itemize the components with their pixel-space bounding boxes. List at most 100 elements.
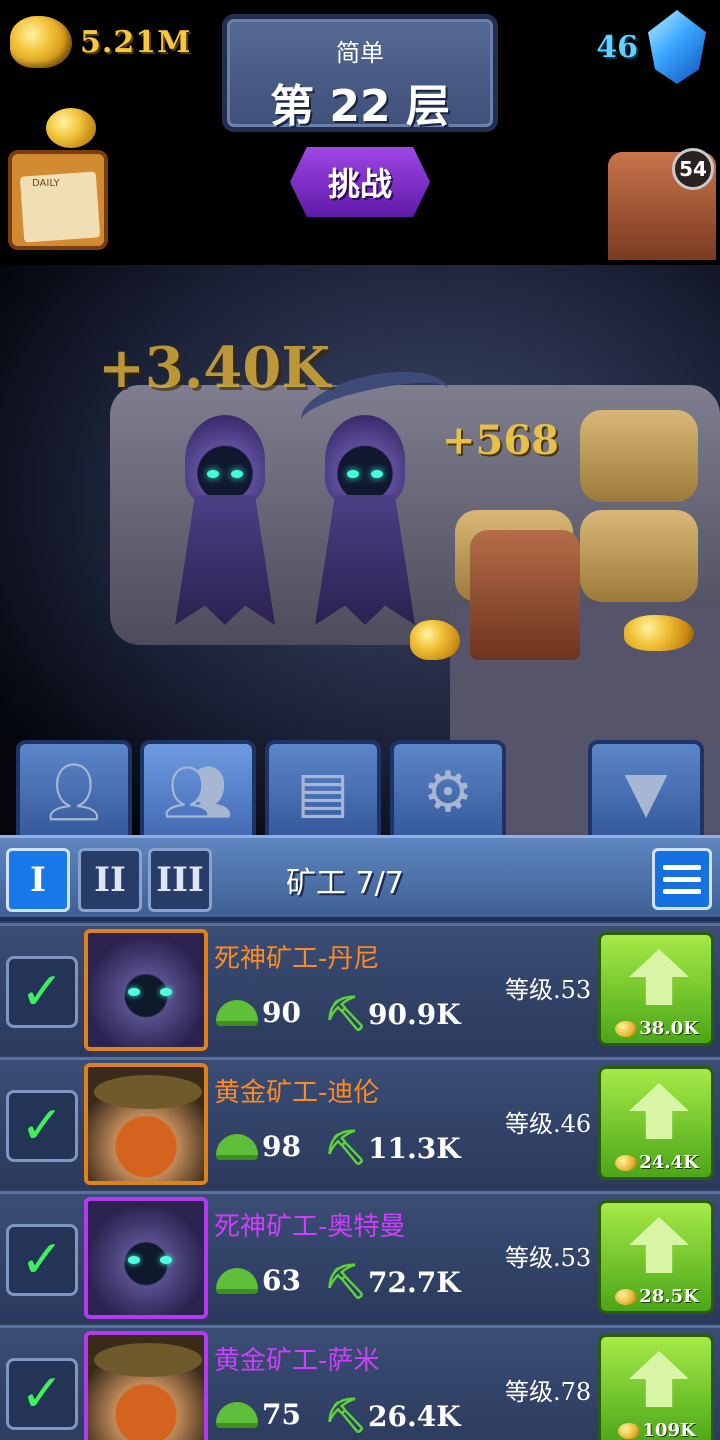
speed-value: 72.7K — [368, 1265, 461, 1299]
tab-tier-3[interactable]: III — [148, 848, 212, 912]
checklist-button[interactable] — [652, 848, 712, 910]
capacity-stat: 98 — [216, 1130, 301, 1163]
select-checkbox[interactable]: ✓ — [6, 1358, 78, 1430]
pickaxe-icon: ⛏ — [324, 1128, 368, 1168]
chest-icon: ▤ — [296, 759, 350, 825]
capacity-stat: 75 — [216, 1398, 301, 1431]
speed-stat: ⛏ 11.3K — [324, 1130, 461, 1166]
gem-amount: 46 — [596, 29, 638, 65]
arrow-up-icon — [629, 1217, 689, 1273]
reaper-portrait[interactable] — [84, 929, 208, 1051]
miner-name: 死神矿工-奥特曼 — [214, 1212, 406, 1242]
floor-plate: 简单 第 22 层 — [222, 14, 498, 132]
capacity-stat: 90 — [216, 996, 301, 1029]
robot-manager-button[interactable]: 54 — [604, 142, 720, 260]
calendar-icon: DAILY — [8, 150, 108, 250]
panel-title: 矿工 7/7 — [286, 866, 404, 901]
checkmark-icon: ✓ — [20, 962, 64, 1022]
miner-row: ✓ 黄金矿工-萨米 75 ⛏ 26.4K 等级.78 109K — [0, 1325, 720, 1440]
arrow-up-icon — [629, 1351, 689, 1407]
speed-stat: ⛏ 90.9K — [324, 996, 461, 1032]
income-popup: +3.40K — [98, 335, 330, 401]
select-checkbox[interactable]: ✓ — [6, 1224, 78, 1296]
daily-reward-button[interactable]: DAILY — [8, 108, 110, 250]
dwarf-portrait[interactable] — [84, 1063, 208, 1185]
upgrade-button[interactable]: 24.4K — [598, 1066, 714, 1180]
miner-row: ✓ 黄金矿工-迪伦 98 ⛏ 11.3K 等级.46 24.4K — [0, 1057, 720, 1189]
speed-stat: ⛏ 72.7K — [324, 1264, 461, 1300]
gold-amount: 5.21M — [80, 24, 192, 60]
dwarf-portrait[interactable] — [84, 1331, 208, 1440]
reaper-portrait[interactable] — [84, 1197, 208, 1319]
robot-level-badge: 54 — [672, 148, 714, 190]
capacity-stat: 63 — [216, 1264, 301, 1297]
income-popup: +568 — [442, 417, 560, 464]
checkmark-icon: ✓ — [20, 1096, 64, 1156]
pickaxe-icon: ⛏ — [324, 1262, 368, 1302]
reaper-miner-sprite — [310, 415, 420, 625]
collapse-panel-button[interactable]: ▼ — [588, 740, 704, 840]
person-icon: 👤︎ — [38, 760, 110, 825]
miner-name: 黄金矿工-迪伦 — [214, 1078, 380, 1108]
checklist-icon — [663, 864, 701, 870]
gold-coin-icon — [615, 1154, 638, 1171]
upgrade-cost: 24.4K — [639, 1152, 699, 1173]
miner-row: ✓ 死神矿工-奥特曼 63 ⛏ 72.7K 等级.53 28.5K — [0, 1191, 720, 1323]
gold-coin-icon — [618, 1422, 641, 1439]
group-pick-icon: 👥︎ — [162, 760, 234, 825]
helmet-icon — [216, 999, 258, 1026]
gear-icon: ⚙ — [422, 759, 474, 825]
helmet-icon — [216, 1401, 258, 1428]
difficulty-label: 简单 — [336, 39, 384, 67]
miner-row: ✓ 死神矿工-丹尼 90 ⛏ 90.9K 等级.53 38.0K — [0, 923, 720, 1055]
pickaxe-icon: ⛏ — [324, 1396, 368, 1436]
robot-miner-sprite — [470, 530, 580, 660]
helmet-icon — [216, 1267, 258, 1294]
miner-level: 等级.53 — [505, 976, 592, 1004]
top-hud: 5.21M 简单 第 22 层 46 DAILY 挑战 54 — [0, 0, 720, 265]
speed-stat: ⛏ 26.4K — [324, 1398, 461, 1434]
upgrade-button[interactable]: 109K — [598, 1334, 714, 1440]
single-miner-button[interactable]: 👤︎ — [16, 740, 132, 840]
miner-panel: I II III 矿工 7/7 ✓ 死神矿工-丹尼 90 ⛏ 90.9K 等级.… — [0, 835, 720, 1440]
gold-nugget-icon — [46, 108, 96, 148]
gold-nugget-icon — [410, 620, 460, 660]
arrow-up-icon — [629, 949, 689, 1005]
tab-tier-2[interactable]: II — [78, 848, 142, 912]
miner-level: 等级.78 — [505, 1378, 592, 1406]
checkmark-icon: ✓ — [20, 1230, 64, 1290]
gem-icon — [648, 10, 706, 84]
upgrade-cost: 109K — [642, 1420, 696, 1440]
challenge-label: 挑战 — [327, 165, 392, 203]
panel-tabbar: I II III 矿工 7/7 — [0, 835, 720, 921]
gold-coin-icon — [615, 1288, 638, 1305]
miner-name: 黄金矿工-萨米 — [214, 1346, 380, 1376]
capacity-value: 75 — [262, 1398, 301, 1431]
miner-name: 死神矿工-丹尼 — [214, 944, 380, 974]
capacity-value: 98 — [262, 1130, 301, 1163]
pickaxe-icon: ⛏ — [324, 994, 368, 1034]
gem-counter[interactable]: 46 — [596, 10, 706, 84]
sand-block — [580, 410, 698, 502]
miner-team-button[interactable]: 👥︎ — [140, 740, 256, 840]
gold-counter: 5.21M — [10, 16, 191, 68]
select-checkbox[interactable]: ✓ — [6, 956, 78, 1028]
tab-tier-1[interactable]: I — [6, 848, 70, 912]
floor-number: 第 22 层 — [270, 81, 450, 132]
settings-button[interactable]: ⚙ — [390, 740, 506, 840]
select-checkbox[interactable]: ✓ — [6, 1090, 78, 1162]
helmet-icon — [216, 1133, 258, 1160]
arrow-up-icon — [629, 1083, 689, 1139]
sand-block — [580, 510, 698, 602]
upgrade-button[interactable]: 28.5K — [598, 1200, 714, 1314]
challenge-button[interactable]: 挑战 — [290, 147, 430, 217]
chest-button[interactable]: ▤ — [265, 740, 381, 840]
speed-value: 26.4K — [368, 1399, 461, 1433]
capacity-value: 63 — [262, 1264, 301, 1297]
reaper-miner-sprite — [170, 415, 280, 625]
miner-level: 等级.53 — [505, 1244, 592, 1272]
miner-level: 等级.46 — [505, 1110, 592, 1138]
upgrade-button[interactable]: 38.0K — [598, 932, 714, 1046]
speed-value: 90.9K — [368, 997, 461, 1031]
speed-value: 11.3K — [368, 1131, 461, 1165]
